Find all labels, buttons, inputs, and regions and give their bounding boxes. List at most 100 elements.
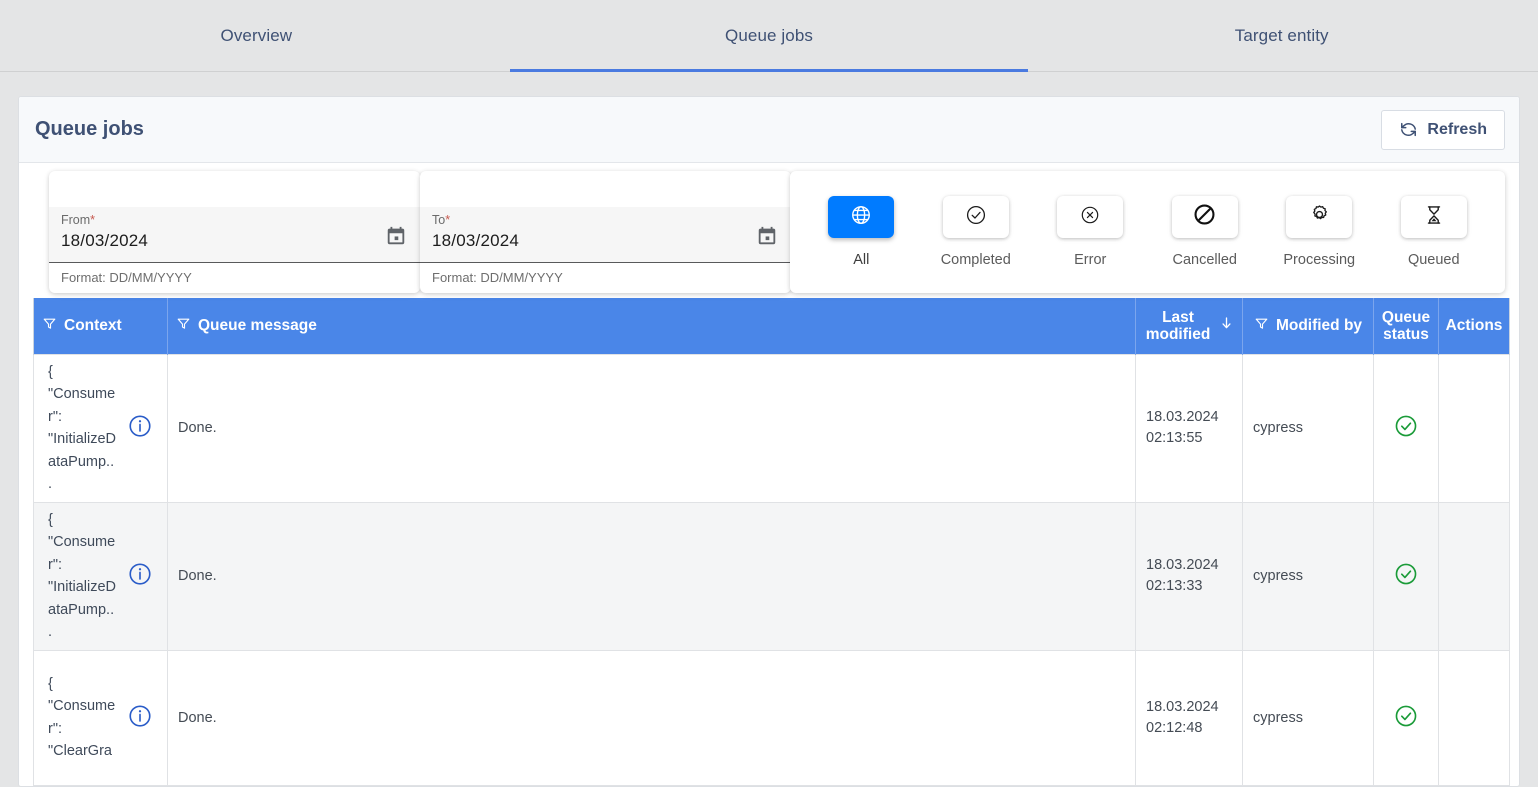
status-filter-panel: All Completed Error Cancelled Processing… <box>790 171 1505 293</box>
calendar-icon[interactable] <box>385 225 407 252</box>
check-circle-green-icon <box>1393 415 1419 443</box>
column-header-modified-by-label: Modified by <box>1275 317 1363 335</box>
column-header-context[interactable]: Context <box>33 298 168 354</box>
to-date-input[interactable]: 18/03/2024 <box>432 231 779 251</box>
context-json-text: { "Consume r": "ClearGra <box>48 675 116 760</box>
filter-icon[interactable] <box>1254 316 1269 336</box>
info-icon[interactable] <box>127 561 153 591</box>
cell-context[interactable]: { "Consume r": "InitializeD ataPump.. . <box>33 501 168 651</box>
status-filter-cancelled-label: Cancelled <box>1172 252 1238 268</box>
from-required-marker: * <box>90 213 96 227</box>
gear-icon <box>1308 203 1331 231</box>
cell-modified-by: cypress <box>1242 501 1374 651</box>
status-filter-all[interactable]: All <box>815 196 907 268</box>
cell-last-modified: 18.03.2024 02:13:55 <box>1135 353 1243 503</box>
cell-modified-by: cypress <box>1242 353 1374 503</box>
column-header-context-label: Context <box>64 317 122 335</box>
column-header-queue-status-label: Queue status <box>1381 308 1431 343</box>
status-filter-processing-label: Processing <box>1283 252 1356 268</box>
info-icon[interactable] <box>127 413 153 443</box>
column-header-last-modified-label: Last modified <box>1145 308 1211 343</box>
queue-jobs-table-wrapper: Context Queue message Last modified Modi… <box>19 298 1519 786</box>
from-date-field[interactable]: From* 18/03/2024 Format: DD/MM/YYYY <box>49 171 420 293</box>
table-header-row: Context Queue message Last modified Modi… <box>33 298 1510 354</box>
tab-target-entity[interactable]: Target entity <box>1025 0 1538 72</box>
to-required-marker: * <box>445 213 451 227</box>
page-title: Queue jobs <box>35 118 144 140</box>
cell-queue-status <box>1373 649 1439 786</box>
column-header-last-modified[interactable]: Last modified <box>1135 298 1243 354</box>
x-circle-icon <box>1079 204 1101 231</box>
block-icon <box>1192 202 1217 232</box>
status-filter-processing-icon-box[interactable] <box>1286 196 1353 238</box>
status-filter-completed-icon-box[interactable] <box>942 196 1009 238</box>
cell-context[interactable]: { "Consume r": "ClearGra <box>33 649 168 786</box>
table-row[interactable]: { "Consume r": "InitializeD ataPump.. . … <box>33 501 1510 651</box>
to-date-inner[interactable]: To* 18/03/2024 <box>420 207 791 263</box>
cell-queue-message: Done. <box>167 501 1136 651</box>
status-filter-processing[interactable]: Processing <box>1273 196 1365 268</box>
column-header-queue-status[interactable]: Queue status <box>1373 298 1439 354</box>
status-filter-cancelled[interactable]: Cancelled <box>1159 196 1251 268</box>
to-date-label-text: To <box>432 213 446 227</box>
column-header-actions[interactable]: Actions <box>1438 298 1510 354</box>
cell-queue-status <box>1373 353 1439 503</box>
info-icon[interactable] <box>127 703 153 733</box>
check-circle-green-icon <box>1393 705 1419 733</box>
status-filter-all-icon-box[interactable] <box>828 196 895 238</box>
cell-actions[interactable] <box>1438 353 1510 503</box>
from-date-label: From* <box>61 213 408 227</box>
tab-target-entity-label: Target entity <box>1234 25 1329 45</box>
table-body: { "Consume r": "InitializeD ataPump.. . … <box>33 353 1510 786</box>
table-row[interactable]: { "Consume r": "ClearGra Done. 18.03.202… <box>33 649 1510 786</box>
globe-icon <box>850 204 872 231</box>
status-filter-queued-icon-box[interactable] <box>1400 196 1467 238</box>
status-filter-cancelled-icon-box[interactable] <box>1171 196 1238 238</box>
queue-jobs-card: Queue jobs Refresh From* 18/03/2024 Form… <box>18 96 1520 787</box>
queue-jobs-table: Context Queue message Last modified Modi… <box>33 298 1510 786</box>
refresh-button[interactable]: Refresh <box>1381 109 1505 150</box>
cell-actions[interactable] <box>1438 501 1510 651</box>
context-json-text: { "Consume r": "InitializeD ataPump.. . <box>48 511 117 641</box>
filter-icon[interactable] <box>176 316 191 336</box>
status-filter-error-label: Error <box>1074 252 1107 268</box>
hourglass-icon <box>1423 204 1445 231</box>
table-row[interactable]: { "Consume r": "InitializeD ataPump.. . … <box>33 353 1510 503</box>
cell-queue-status <box>1373 501 1439 651</box>
status-filter-error[interactable]: Error <box>1044 196 1136 268</box>
to-date-label: To* <box>432 213 779 227</box>
tab-queue-jobs[interactable]: Queue jobs <box>513 0 1026 72</box>
tab-overview[interactable]: Overview <box>0 0 513 72</box>
card-header: Queue jobs Refresh <box>19 97 1519 163</box>
column-header-queue-message[interactable]: Queue message <box>167 298 1136 354</box>
status-filter-completed[interactable]: Completed <box>930 196 1022 268</box>
column-header-queue-message-label: Queue message <box>198 317 317 335</box>
check-circle-icon <box>964 203 988 232</box>
to-date-hint: Format: DD/MM/YYYY <box>432 270 563 285</box>
from-date-input[interactable]: 18/03/2024 <box>61 231 408 251</box>
sort-descending-arrow-icon <box>1219 315 1234 336</box>
check-circle-green-icon <box>1393 563 1419 591</box>
cell-actions[interactable] <box>1438 649 1510 786</box>
filter-icon[interactable] <box>42 316 57 336</box>
from-date-label-text: From <box>61 213 91 227</box>
tab-bar: Overview Queue jobs Target entity <box>0 0 1538 72</box>
from-date-inner[interactable]: From* 18/03/2024 <box>49 207 420 263</box>
status-filter-all-label: All <box>853 252 870 268</box>
table-header: Context Queue message Last modified Modi… <box>33 298 1510 354</box>
status-filter-error-icon-box[interactable] <box>1057 196 1124 238</box>
cell-queue-message: Done. <box>167 353 1136 503</box>
cell-context[interactable]: { "Consume r": "InitializeD ataPump.. . <box>33 353 168 503</box>
filter-row: From* 18/03/2024 Format: DD/MM/YYYY To* … <box>19 163 1519 298</box>
to-date-field[interactable]: To* 18/03/2024 Format: DD/MM/YYYY <box>420 171 791 293</box>
column-header-modified-by[interactable]: Modified by <box>1242 298 1374 354</box>
cell-modified-by: cypress <box>1242 649 1374 786</box>
cell-queue-message: Done. <box>167 649 1136 786</box>
status-filter-queued[interactable]: Queued <box>1388 196 1480 268</box>
tab-overview-label: Overview <box>220 25 293 45</box>
calendar-icon[interactable] <box>756 225 778 252</box>
context-json-text: { "Consume r": "InitializeD ataPump.. . <box>48 363 117 493</box>
from-date-hint: Format: DD/MM/YYYY <box>61 270 192 285</box>
cell-last-modified: 18.03.2024 02:13:33 <box>1135 501 1243 651</box>
column-header-actions-label: Actions <box>1445 317 1503 335</box>
